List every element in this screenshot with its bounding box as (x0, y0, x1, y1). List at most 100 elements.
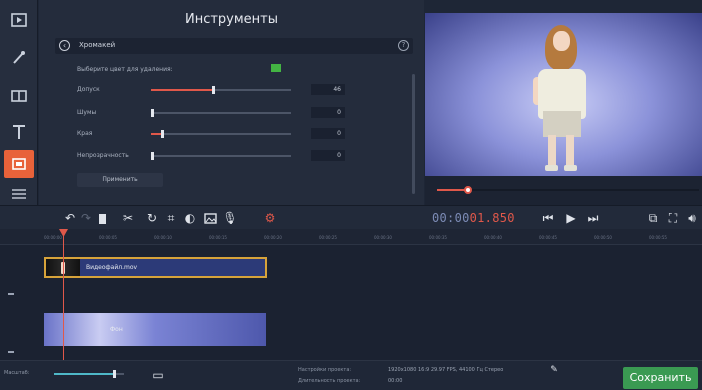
delete-icon[interactable] (94, 210, 110, 226)
preview-figure-leg (566, 135, 574, 169)
noise-slider[interactable] (151, 109, 291, 117)
ruler-tick-label: 00:00:45 (539, 235, 557, 240)
ruler-tick-label: 00:00:25 (319, 235, 337, 240)
skip-back-icon[interactable]: ⏮︎ (540, 210, 556, 226)
tolerance-label: Допуск (77, 86, 100, 93)
ruler-tick-label: 00:00:00 (44, 235, 62, 240)
opacity-label: Непрозрачность (77, 152, 129, 159)
chroma-key-label: Хромакей (79, 41, 116, 49)
microphone-icon[interactable]: 🎙︎ (222, 210, 238, 226)
film-icon (11, 13, 27, 27)
ruler-tick-label: 00:00:35 (429, 235, 447, 240)
key-color-picker[interactable] (271, 64, 281, 72)
preview-figure-face (553, 31, 570, 51)
video-clip-label: Видеофайл.mov (86, 264, 138, 271)
ruler-tick-label: 00:00:20 (264, 235, 282, 240)
project-settings-value: 1920x1080 16:9 29.97 FPS, 44100 Гц Стере… (388, 367, 504, 373)
settings-gear-icon[interactable]: ⚙︎ (262, 210, 278, 226)
transition-icon (11, 90, 27, 102)
timeline-ruler[interactable]: 00:00:00 00:00:05 00:00:10 00:00:15 00:00:20… (0, 229, 702, 245)
text-icon (13, 125, 25, 139)
edit-tools-button[interactable] (4, 44, 34, 72)
titles-button[interactable] (4, 118, 34, 146)
video-preview (425, 13, 702, 176)
help-icon[interactable]: ? (398, 40, 409, 51)
transitions-button[interactable] (4, 82, 34, 110)
preview-figure-shoe (564, 165, 577, 171)
save-button[interactable]: Сохранить (623, 367, 698, 389)
preview-figure-leg (548, 135, 556, 169)
left-sidebar (0, 0, 38, 205)
tolerance-slider[interactable] (151, 86, 291, 94)
noise-slider-handle[interactable] (151, 109, 154, 117)
import-media-button[interactable] (4, 6, 34, 34)
volume-icon[interactable]: 🔊︎ (684, 210, 700, 226)
noise-value[interactable]: 0 (311, 107, 345, 118)
noise-label: Шумы (77, 109, 97, 116)
video-clip[interactable]: Видеофайл.mov (44, 257, 267, 278)
zoom-slider-fill (54, 373, 114, 375)
edges-slider[interactable] (151, 130, 291, 138)
play-icon[interactable]: ▶︎ (563, 210, 579, 226)
rotate-icon[interactable]: ↻ (144, 210, 160, 226)
preview-figure-shoe (545, 165, 558, 171)
preview-progress-track[interactable] (437, 186, 699, 194)
opacity-slider[interactable] (151, 152, 291, 160)
fullscreen-icon[interactable]: ⛶ (665, 210, 681, 226)
color-adjust-icon[interactable]: ◐ (182, 210, 198, 226)
edges-value[interactable]: 0 (311, 128, 345, 139)
chroma-key-header: ‹ Хромакей ? (55, 38, 413, 54)
ruler-tick-label: 00:00:05 (99, 235, 117, 240)
status-bar: Масштаб: ▭ Настройки проекта: 1920x1080 … (0, 360, 702, 390)
time-display: 00:0001.850 (432, 211, 515, 225)
detach-preview-icon[interactable]: ⧉ (645, 210, 661, 226)
time-fraction: 01.850 (469, 211, 515, 225)
image-icon[interactable] (202, 210, 218, 226)
playhead-line[interactable] (63, 229, 64, 360)
opacity-value[interactable]: 0 (311, 150, 345, 161)
time-main: 00:00 (432, 211, 470, 225)
video-editor-window: Инструменты ‹ Хромакей ? Выберите цвет д… (0, 0, 702, 390)
more-tools-button[interactable] (4, 150, 34, 178)
opacity-slider-handle[interactable] (151, 152, 154, 160)
skip-forward-icon[interactable]: ⏭︎ (585, 210, 601, 226)
redo-icon[interactable]: ↷ (78, 210, 94, 226)
ruler-tick-label: 00:00:10 (154, 235, 172, 240)
cut-icon[interactable]: ✂ (120, 210, 136, 226)
crop-icon[interactable]: ⌗ (163, 210, 179, 226)
edit-settings-icon[interactable]: ✎ (546, 362, 562, 378)
preview-figure-skirt (543, 111, 581, 137)
zoom-slider[interactable] (54, 370, 124, 378)
edit-toolbar: ↶ ↷ ✂ ↻ ⌗ ◐ 🎙︎ ⚙︎ 00:0001.850 ⏮︎ ▶︎ ⏭︎ ⧉… (0, 205, 702, 229)
preview-seek-bar (425, 176, 702, 205)
tools-title: Инструменты (184, 12, 279, 27)
edges-slider-handle[interactable] (161, 130, 165, 138)
preview-progress-handle[interactable] (464, 186, 473, 194)
ruler-tick-label: 00:00:55 (649, 235, 667, 240)
fit-timeline-icon[interactable]: ▭ (150, 367, 166, 383)
apply-button[interactable]: Применить (77, 173, 163, 187)
ruler-tick-label: 00:00:50 (594, 235, 612, 240)
ruler-tick-label: 00:00:15 (209, 235, 227, 240)
brush-icon (13, 51, 25, 64)
track-marker (8, 293, 14, 295)
tools-scrollbar[interactable] (412, 74, 415, 194)
zoom-slider-handle[interactable] (112, 370, 116, 378)
background-clip-label: Фон (110, 326, 123, 333)
ruler-tick-label: 00:00:40 (484, 235, 502, 240)
tools-panel: Инструменты ‹ Хромакей ? Выберите цвет д… (39, 0, 424, 205)
tolerance-slider-handle[interactable] (211, 86, 215, 94)
track-marker (8, 351, 14, 353)
edges-label: Края (77, 130, 93, 137)
back-icon[interactable]: ‹ (59, 40, 70, 51)
background-clip[interactable]: Фон (44, 313, 266, 346)
project-settings-label: Настройки проекта: (298, 367, 352, 373)
tolerance-value[interactable]: 46 (311, 84, 345, 95)
pick-color-label: Выберите цвет для удаления: (77, 66, 173, 73)
duration-label: Длительность проекта: (298, 378, 361, 384)
ruler-tick-label: 00:00:30 (374, 235, 392, 240)
menu-button[interactable] (4, 180, 34, 208)
list-icon (12, 189, 26, 199)
undo-icon[interactable]: ↶ (62, 210, 78, 226)
duration-value: 00:00 (388, 378, 403, 384)
